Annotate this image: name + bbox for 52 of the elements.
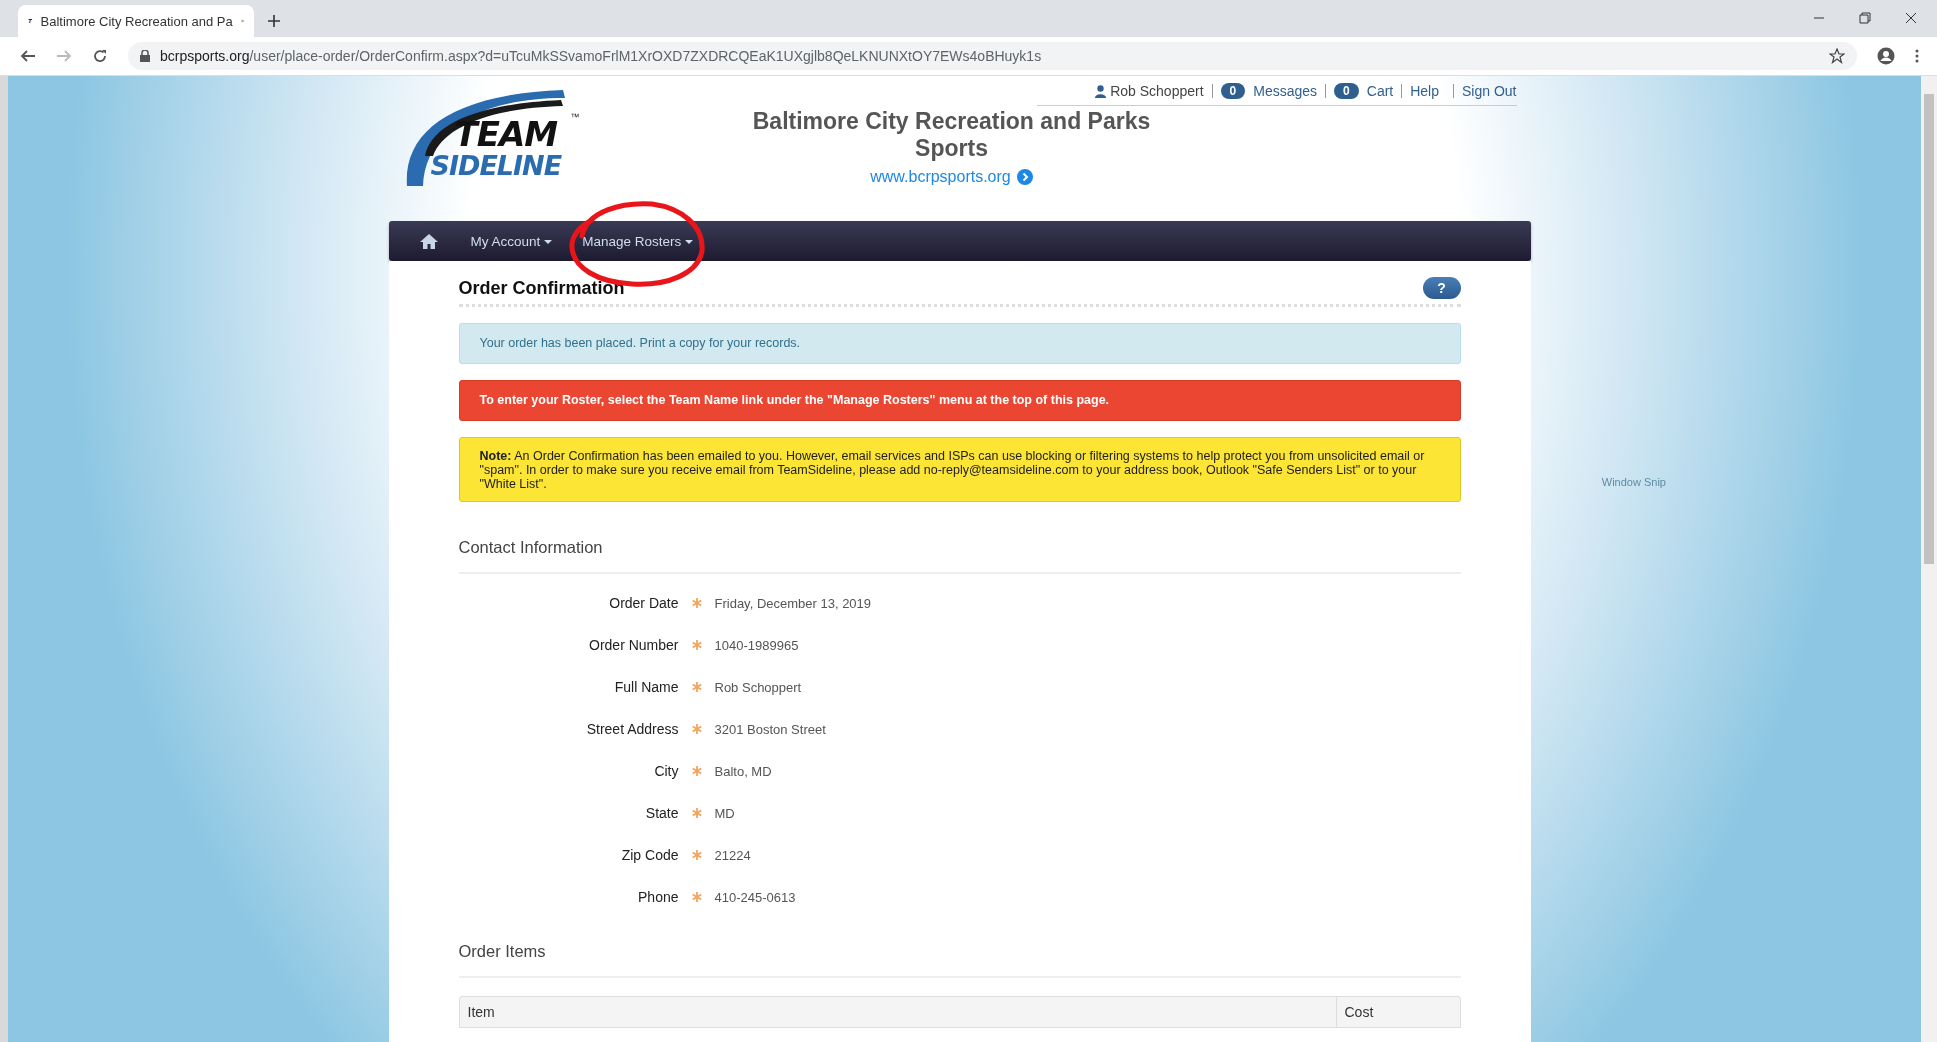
user-link[interactable]: Rob Schoppert <box>1095 83 1204 99</box>
field-value: MD <box>714 805 735 821</box>
new-tab-icon[interactable] <box>268 15 280 27</box>
field-value: 3201 Boston Street <box>714 721 826 737</box>
sign-out-link[interactable]: Sign Out <box>1462 83 1517 99</box>
field-label: Phone <box>637 889 679 905</box>
cart-count: 0 <box>1334 83 1359 99</box>
field-value: Friday, December 13, 2019 <box>714 595 872 611</box>
column-header: Cost <box>1343 1003 1375 1022</box>
back-icon[interactable] <box>20 48 36 64</box>
window-snip-hint: Window Snip <box>1601 476 1666 488</box>
field-label: City <box>653 763 679 779</box>
section-heading: Order Items <box>458 942 547 961</box>
nav-menu-item[interactable]: Manage Rosters <box>574 234 702 249</box>
cart-link[interactable]: Cart <box>1366 83 1394 99</box>
nav-menu-item[interactable]: My Account <box>462 234 561 249</box>
field-value: Rob Schoppert <box>714 679 802 695</box>
browser-tab[interactable]: Baltimore City Recreation and Pa <box>18 5 254 37</box>
field-label: Order Date <box>608 595 679 611</box>
section-heading: Contact Information <box>458 538 604 557</box>
user-icon <box>1095 84 1107 98</box>
star-icon[interactable] <box>1829 48 1845 64</box>
field-label: Street Address <box>585 721 679 737</box>
scrollbar[interactable] <box>1921 76 1937 1042</box>
help-button[interactable]: ? <box>1422 277 1461 299</box>
field-label: Zip Code <box>620 847 679 863</box>
field-value: 1040-1989965 <box>714 637 799 653</box>
chevron-circle-icon[interactable] <box>1016 169 1033 185</box>
field-value: 21224 <box>714 847 751 863</box>
message-count: 0 <box>1220 83 1246 99</box>
field-label: Full Name <box>613 679 679 695</box>
page-title: Order Confirmation <box>458 277 625 299</box>
warning-alert: Note: An Order Confirmation has been emailed to you. However, email services and ISPs can use blocking or filtering systems to help protect you from unsolicited email or "spam". In order to make sure you receive email from TeamSideline, please add no-reply@teamsideline.com to your address book, Outlook "Safe Senders List" or to your "White List". <box>458 437 1461 502</box>
help-link[interactable]: Help <box>1410 83 1439 99</box>
menu-icon[interactable] <box>1915 49 1919 63</box>
info-alert: Your order has been placed. Print a copy for your records. <box>458 323 1461 364</box>
messages-link[interactable]: Messages <box>1253 83 1318 99</box>
field-value: 410-245-0613 <box>714 889 796 905</box>
field-label: Order Number <box>588 637 679 653</box>
account-icon[interactable] <box>1877 47 1895 65</box>
restore-icon[interactable] <box>1859 12 1871 24</box>
close-icon[interactable] <box>1905 12 1917 24</box>
address-field[interactable]: bcrpsports.org/user/place-order/OrderConfirm.aspx?d=uTcuMkSSvamoFrlM1XrOXD7ZXDRCQEaK1UXgjlb8QeLKNUNXtOY7EWs4oBHuyk1s <box>128 42 1857 70</box>
danger-alert: To enter your Roster, select the Team Name link under the "Manage Rosters" menu at the top of this page. <box>458 380 1461 421</box>
field-value: Balto, MD <box>714 763 772 779</box>
field-label: State <box>644 805 679 821</box>
site-title: Baltimore City Recreation and Parks Sports <box>751 108 1152 162</box>
home-icon[interactable] <box>418 232 439 250</box>
site-link[interactable]: www.bcrpsports.org <box>870 168 1011 186</box>
reload-icon[interactable] <box>92 48 108 64</box>
column-header: Item <box>459 997 1337 1027</box>
lock-icon <box>140 50 150 62</box>
